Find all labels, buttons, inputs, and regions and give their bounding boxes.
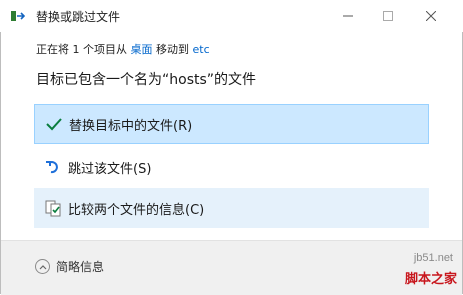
title-bar[interactable]: 替换或跳过文件 xyxy=(0,0,463,32)
conflict-heading: 目标已包含一个名为“hosts”的文件 xyxy=(36,72,257,88)
checkmark-icon xyxy=(45,115,63,133)
watermark-site: jb51.net xyxy=(413,252,453,264)
destination-link[interactable]: etc xyxy=(193,43,210,56)
watermark-brand: 脚本之家 xyxy=(404,272,457,287)
chevron-up-icon xyxy=(35,259,50,274)
skip-icon xyxy=(44,158,62,176)
compare-option[interactable]: 比较两个文件的信息(C) xyxy=(34,188,429,228)
footer-bar: 简略信息 xyxy=(1,240,462,295)
compare-icon xyxy=(44,199,62,217)
fewer-details-toggle[interactable]: 简略信息 xyxy=(35,258,104,275)
fewer-details-label: 简略信息 xyxy=(56,260,105,274)
close-icon xyxy=(426,11,436,21)
status-prefix: 正在将 1 个项目从 xyxy=(36,43,131,56)
replace-option[interactable]: 替换目标中的文件(R) xyxy=(34,104,429,144)
minimize-icon xyxy=(343,15,353,17)
app-icon xyxy=(11,11,25,21)
status-middle: 移动到 xyxy=(152,43,193,56)
compare-option-label: 比较两个文件的信息(C) xyxy=(68,202,205,218)
skip-option-label: 跳过该文件(S) xyxy=(68,161,152,177)
skip-option[interactable]: 跳过该文件(S) xyxy=(34,147,429,187)
status-line: 正在将 1 个项目从 桌面 移动到 etc xyxy=(36,41,210,57)
maximize-button[interactable] xyxy=(365,0,411,32)
close-button[interactable] xyxy=(408,0,454,32)
replace-option-label: 替换目标中的文件(R) xyxy=(69,118,193,134)
window-title: 替换或跳过文件 xyxy=(36,10,121,24)
maximize-icon xyxy=(383,11,393,21)
source-link[interactable]: 桌面 xyxy=(131,43,153,56)
